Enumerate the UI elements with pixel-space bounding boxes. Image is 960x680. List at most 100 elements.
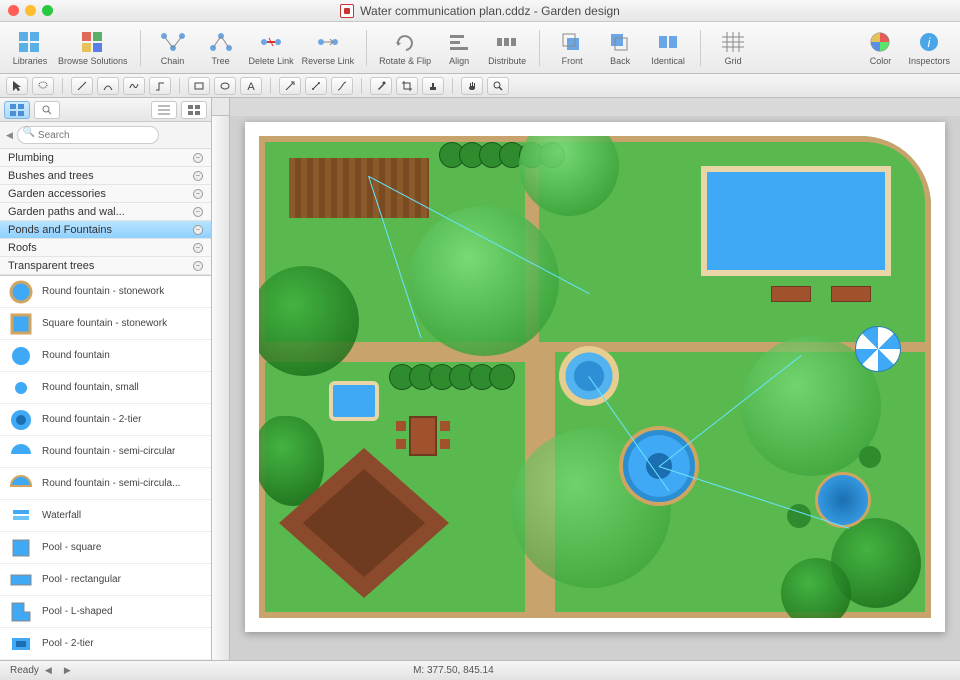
category-item[interactable]: Bushes and trees–: [0, 167, 211, 185]
disclosure-icon[interactable]: –: [193, 207, 203, 217]
collapse-icon[interactable]: ◀: [6, 130, 13, 141]
chain-button[interactable]: Chain: [153, 30, 193, 66]
identical-icon: [655, 30, 681, 54]
shape-item[interactable]: Waterfall: [0, 500, 211, 532]
umbrella[interactable]: [855, 326, 901, 372]
category-item[interactable]: Ponds and Fountains –: [0, 221, 211, 239]
shape-item[interactable]: Round fountain: [0, 340, 211, 372]
sidebar-tab-search[interactable]: [34, 101, 60, 119]
bush[interactable]: [787, 504, 811, 528]
hand-tool[interactable]: [461, 77, 483, 95]
disclosure-icon[interactable]: –: [193, 153, 203, 163]
chair[interactable]: [440, 439, 450, 449]
rect-tool[interactable]: [188, 77, 210, 95]
reverse-link-button[interactable]: Reverse Link: [302, 30, 355, 66]
arrow-tool[interactable]: [279, 77, 301, 95]
zoom-tool[interactable]: [487, 77, 509, 95]
sidebar-tab-list[interactable]: [151, 101, 177, 119]
shape-item[interactable]: Round fountain - stonework: [0, 276, 211, 308]
chain-icon: [160, 30, 186, 54]
category-label: Roofs: [8, 242, 37, 254]
shape-label: Round fountain - semi-circular: [42, 446, 175, 457]
chair[interactable]: [396, 421, 406, 431]
delete-link-button[interactable]: Delete Link: [249, 30, 294, 66]
sidebar-tab-libraries[interactable]: [4, 101, 30, 119]
shape-item[interactable]: Round fountain - semi-circular: [0, 436, 211, 468]
shape-label: Square fountain - stonework: [42, 318, 167, 329]
curve-connector-tool[interactable]: [331, 77, 353, 95]
status-ready: Ready: [10, 665, 39, 676]
smart-connector-tool[interactable]: [305, 77, 327, 95]
shape-item[interactable]: Round fountain, small: [0, 372, 211, 404]
spline-tool[interactable]: [123, 77, 145, 95]
shape-item[interactable]: Round fountain - semi-circula...: [0, 468, 211, 500]
disclosure-icon[interactable]: –: [193, 243, 203, 253]
tree[interactable]: [409, 206, 559, 356]
window-title-text: Water communication plan.cddz - Garden d…: [360, 4, 620, 18]
hedge-row[interactable]: [389, 364, 509, 390]
window-title: Water communication plan.cddz - Garden d…: [0, 4, 960, 18]
chair[interactable]: [396, 439, 406, 449]
shape-thumbnail-icon: [8, 503, 34, 529]
category-list: Plumbing–Bushes and trees–Garden accesso…: [0, 149, 211, 276]
sidebar-tab-grid[interactable]: [181, 101, 207, 119]
grid-button[interactable]: Grid: [713, 30, 753, 66]
eyedropper-tool[interactable]: [370, 77, 392, 95]
shape-label: Waterfall: [42, 510, 81, 521]
shape-item[interactable]: Pool - square: [0, 532, 211, 564]
tree-button[interactable]: Tree: [201, 30, 241, 66]
distribute-button[interactable]: Distribute: [487, 30, 527, 66]
stamp-tool[interactable]: [422, 77, 444, 95]
line-tool[interactable]: [71, 77, 93, 95]
disclosure-icon[interactable]: –: [193, 225, 203, 235]
lounge-chair[interactable]: [831, 286, 871, 302]
shape-item[interactable]: Round fountain - 2-tier: [0, 404, 211, 436]
category-item[interactable]: Roofs –: [0, 239, 211, 257]
category-item[interactable]: Transparent trees–: [0, 257, 211, 275]
bush[interactable]: [859, 446, 881, 468]
text-tool[interactable]: A: [240, 77, 262, 95]
document-icon: [340, 4, 354, 18]
search-input[interactable]: [17, 126, 159, 144]
disclosure-icon[interactable]: –: [193, 189, 203, 199]
browse-solutions-button[interactable]: Browse Solutions: [58, 30, 128, 66]
small-pool[interactable]: [329, 381, 379, 421]
align-button[interactable]: Align: [439, 30, 479, 66]
shape-label: Pool - L-shaped: [42, 606, 113, 617]
category-item[interactable]: Garden accessories–: [0, 185, 211, 203]
shape-thumbnail-icon: [8, 567, 34, 593]
lasso-tool[interactable]: [32, 77, 54, 95]
category-item[interactable]: Plumbing–: [0, 149, 211, 167]
back-button[interactable]: Back: [600, 30, 640, 66]
rotate-flip-button[interactable]: Rotate & Flip: [379, 30, 431, 66]
color-button[interactable]: Color: [860, 30, 900, 66]
category-label: Ponds and Fountains: [8, 224, 112, 236]
drawing-page[interactable]: [245, 122, 945, 632]
category-item[interactable]: Garden paths and wal...–: [0, 203, 211, 221]
shape-item[interactable]: Pool - rectangular: [0, 564, 211, 596]
arc-tool[interactable]: [97, 77, 119, 95]
disclosure-icon[interactable]: –: [193, 261, 203, 271]
ellipse-tool[interactable]: [214, 77, 236, 95]
crop-tool[interactable]: [396, 77, 418, 95]
disclosure-icon[interactable]: –: [193, 171, 203, 181]
chair[interactable]: [440, 421, 450, 431]
prev-page-button[interactable]: ◀: [45, 665, 52, 676]
pool[interactable]: [701, 166, 891, 276]
shape-item[interactable]: Pool - 2-tier: [0, 628, 211, 660]
shape-item[interactable]: Square fountain - stonework: [0, 308, 211, 340]
connector-tool[interactable]: [149, 77, 171, 95]
libraries-button[interactable]: Libraries: [10, 30, 50, 66]
pointer-tool[interactable]: [6, 77, 28, 95]
next-page-button[interactable]: ▶: [64, 665, 71, 676]
canvas[interactable]: [230, 116, 960, 660]
lounge-chair[interactable]: [771, 286, 811, 302]
identical-button[interactable]: Identical: [648, 30, 688, 66]
inspectors-button[interactable]: i Inspectors: [908, 30, 950, 66]
shape-label: Pool - 2-tier: [42, 638, 94, 649]
deck[interactable]: [289, 158, 429, 218]
patio-table[interactable]: [409, 416, 437, 456]
coords-label: M:: [413, 665, 424, 676]
front-button[interactable]: Front: [552, 30, 592, 66]
shape-item[interactable]: Pool - L-shaped: [0, 596, 211, 628]
